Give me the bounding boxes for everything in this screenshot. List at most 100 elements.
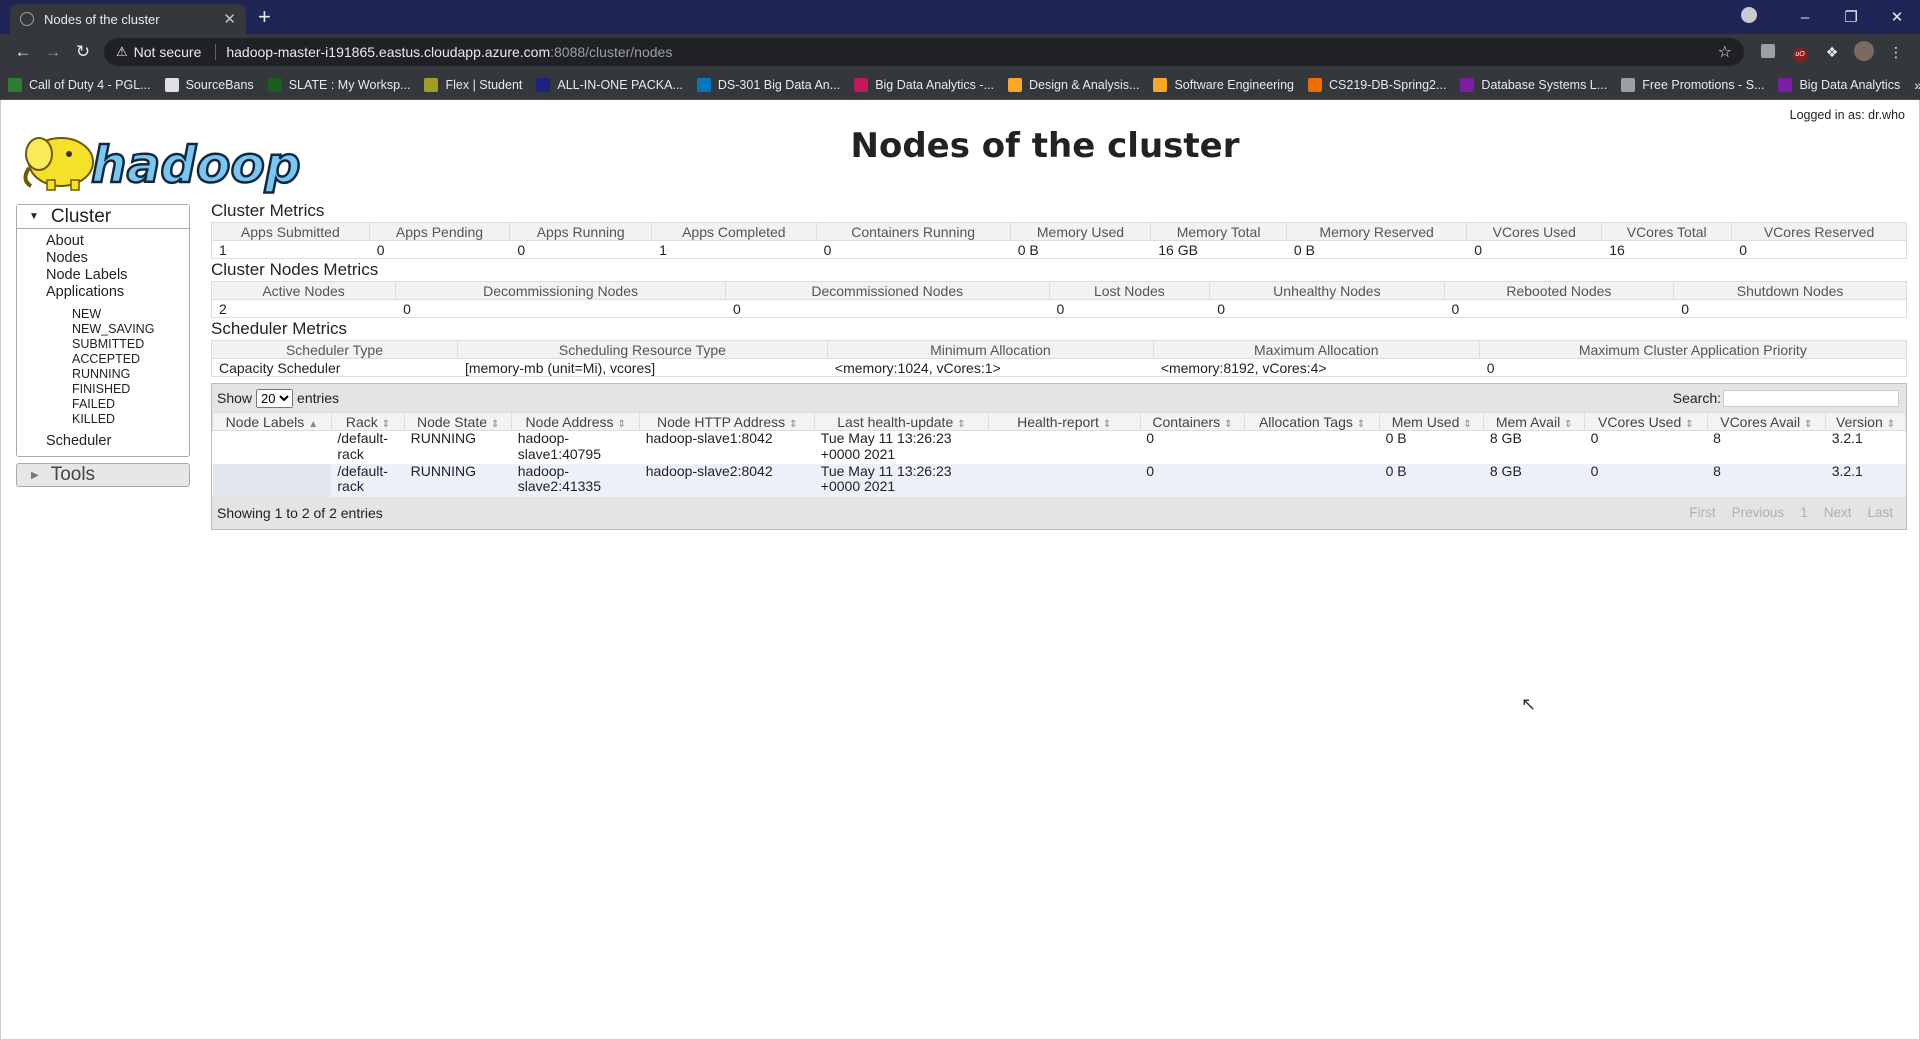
sidebar-app-state-link[interactable]: FINISHED bbox=[17, 382, 189, 397]
metrics-header-row: Apps Submitted Apps Pending Apps Running Ap… bbox=[211, 222, 1907, 241]
sidebar-link[interactable]: Nodes bbox=[17, 250, 189, 267]
sidebar-app-state-link[interactable]: FAILED bbox=[17, 397, 189, 412]
expanded-triangle-icon: ▼ bbox=[29, 211, 39, 222]
bookmark-label: SourceBans bbox=[185, 77, 254, 92]
table-cell: 0 bbox=[1590, 430, 1599, 446]
column-header[interactable]: Last health-update ⇕ bbox=[814, 412, 989, 431]
pager-button[interactable]: Last bbox=[1867, 505, 1893, 520]
search-input[interactable] bbox=[1723, 389, 1899, 407]
column-header[interactable]: VCores Used ⇕ bbox=[1584, 412, 1708, 431]
security-indicator[interactable]: Not secure bbox=[134, 44, 202, 60]
bookmark-item[interactable]: Software Engineering bbox=[1153, 77, 1294, 92]
metrics-value-cell: 0 bbox=[368, 240, 510, 259]
forward-arrow-icon[interactable]: → bbox=[38, 42, 68, 62]
column-header[interactable]: Version ⇕ bbox=[1825, 412, 1906, 431]
column-header[interactable]: Mem Avail ⇕ bbox=[1483, 412, 1586, 431]
bookmark-item[interactable]: DS-301 Big Data An... bbox=[696, 77, 840, 92]
more-bookmarks-icon[interactable]: » bbox=[1914, 77, 1920, 93]
bookmark-favicon-icon bbox=[696, 77, 711, 92]
sort-icon: ⇕ bbox=[1804, 418, 1813, 430]
table-cell[interactable]: hadoop-slave1:8042 bbox=[640, 430, 815, 464]
sidebar-link[interactable]: Applications bbox=[17, 284, 189, 301]
user-avatar-icon[interactable] bbox=[1848, 40, 1880, 64]
table-cell: /default-rack bbox=[331, 463, 405, 497]
metrics-header-row: Scheduler Type Scheduling Resource Type Mi… bbox=[211, 340, 1908, 359]
sidebar-app-state-link[interactable]: ACCEPTED bbox=[17, 352, 189, 367]
column-header-label: Mem Avail bbox=[1495, 413, 1561, 430]
sidebar-app-state-link[interactable]: SUBMITTED bbox=[17, 337, 189, 352]
sidebar-link-scheduler[interactable]: Scheduler bbox=[17, 433, 189, 450]
table-cell bbox=[988, 463, 1141, 497]
bookmark-item[interactable]: SLATE : My Worksp... bbox=[267, 77, 410, 92]
metrics-header-cell: Maximum Cluster Application Priority bbox=[1478, 340, 1908, 359]
sort-icon: ⇕ bbox=[1463, 418, 1472, 430]
logged-in-user: Logged in as: dr.who bbox=[1789, 108, 1905, 122]
table-cell bbox=[213, 431, 332, 464]
ublock-icon[interactable]: uO bbox=[1784, 43, 1816, 62]
pager-button[interactable]: First bbox=[1689, 505, 1715, 520]
bookmark-favicon-icon bbox=[1778, 77, 1793, 92]
new-tab-button[interactable]: + bbox=[258, 5, 271, 29]
nodes-header-row: Node Labels ▲ Rack ⇕ Node State ⇕ Node Address… bbox=[212, 412, 1906, 431]
sidebar-link[interactable]: Node Labels bbox=[17, 267, 189, 284]
back-arrow-icon[interactable]: ← bbox=[8, 42, 38, 62]
column-header[interactable]: Rack ⇕ bbox=[330, 412, 406, 431]
sidebar-app-state-link[interactable]: NEW bbox=[17, 307, 189, 322]
tools-menu-header[interactable]: ▶ Tools bbox=[16, 463, 190, 487]
metrics-header-cell: VCores Total bbox=[1601, 222, 1733, 241]
browser-menu-icon[interactable]: ⋮ bbox=[1880, 44, 1912, 61]
metrics-value-cell: 0 bbox=[1478, 358, 1908, 377]
minimize-icon[interactable]: – bbox=[1782, 9, 1828, 26]
table-cell: 3.2.1 bbox=[1831, 430, 1863, 446]
column-header[interactable]: Node Labels ▲ bbox=[212, 412, 332, 431]
reload-icon[interactable]: ↻ bbox=[68, 42, 98, 62]
sidebar-link[interactable]: About bbox=[17, 233, 189, 250]
column-header[interactable]: Mem Used ⇕ bbox=[1379, 412, 1485, 431]
bookmark-item[interactable]: Free Promotions - S... bbox=[1621, 77, 1764, 92]
column-header[interactable]: Containers ⇕ bbox=[1139, 412, 1246, 431]
column-header-label: VCores Avail bbox=[1720, 413, 1801, 430]
bookmark-item[interactable]: Design & Analysis... bbox=[1008, 77, 1139, 92]
column-header[interactable]: Health-report ⇕ bbox=[987, 412, 1141, 431]
bookmark-item[interactable]: Database Systems L... bbox=[1460, 77, 1607, 92]
table-cell[interactable]: hadoop-slave2:8042 bbox=[639, 463, 815, 497]
metrics-value-cell: 16 bbox=[1601, 240, 1732, 259]
nodes-table-wrapper: Show 20 entries Search: Node Labels ▲ Rack… bbox=[211, 383, 1907, 530]
sort-icon: ⇕ bbox=[1564, 418, 1573, 430]
profile-menu-icon[interactable] bbox=[1736, 7, 1782, 27]
pager-button[interactable]: 1 bbox=[1800, 505, 1808, 520]
restore-icon[interactable]: ❐ bbox=[1828, 8, 1874, 26]
bookmark-item[interactable]: SourceBans bbox=[164, 77, 254, 92]
pager-button[interactable]: Previous bbox=[1732, 505, 1785, 520]
extensions-puzzle-icon[interactable]: ❖ bbox=[1816, 44, 1848, 61]
column-header-label: Version bbox=[1836, 413, 1883, 430]
bookmark-item[interactable]: Flex | Student bbox=[424, 77, 522, 92]
browser-tab[interactable]: Nodes of the cluster ✕ bbox=[10, 4, 246, 34]
pager-button[interactable]: Next bbox=[1824, 505, 1852, 520]
bookmark-label: Call of Duty 4 - PGL... bbox=[29, 77, 151, 92]
bookmark-item[interactable]: Call of Duty 4 - PGL... bbox=[8, 77, 151, 92]
bookmark-star-icon[interactable]: ☆ bbox=[1718, 42, 1732, 62]
address-bar[interactable]: ⚠ Not secure hadoop-master-i191865.eastu… bbox=[104, 38, 1744, 66]
column-header[interactable]: VCores Avail ⇕ bbox=[1706, 412, 1827, 431]
bookmark-item[interactable]: Big Data Analytics bbox=[1778, 77, 1900, 92]
bookmark-item[interactable]: Big Data Analytics -... bbox=[854, 77, 994, 92]
column-header[interactable]: Node HTTP Address ⇕ bbox=[639, 412, 816, 431]
sort-icon: ⇕ bbox=[957, 418, 966, 430]
column-header[interactable]: Node Address ⇕ bbox=[511, 412, 641, 431]
metrics-header-cell: VCores Used bbox=[1466, 222, 1603, 241]
sidebar-app-state-link[interactable]: RUNNING bbox=[17, 367, 189, 382]
column-header[interactable]: Node State ⇕ bbox=[404, 412, 513, 431]
column-header[interactable]: Allocation Tags ⇕ bbox=[1244, 412, 1381, 431]
metrics-header-cell: Apps Pending bbox=[368, 222, 511, 241]
cluster-menu-header[interactable]: ▼ Cluster bbox=[17, 205, 189, 229]
page-size-select[interactable]: 20 bbox=[256, 388, 294, 408]
sidebar-app-state-link[interactable]: KILLED bbox=[17, 412, 189, 427]
close-window-icon[interactable]: ✕ bbox=[1874, 8, 1920, 26]
close-tab-icon[interactable]: ✕ bbox=[223, 10, 236, 28]
bookmark-item[interactable]: ALL-IN-ONE PACKA... bbox=[536, 77, 683, 92]
metrics-header-cell: Maximum Allocation bbox=[1152, 340, 1480, 359]
extension-icon[interactable] bbox=[1752, 43, 1784, 61]
sidebar-app-state-link[interactable]: NEW_SAVING bbox=[17, 322, 189, 337]
bookmark-item[interactable]: CS219-DB-Spring2... bbox=[1308, 77, 1446, 92]
